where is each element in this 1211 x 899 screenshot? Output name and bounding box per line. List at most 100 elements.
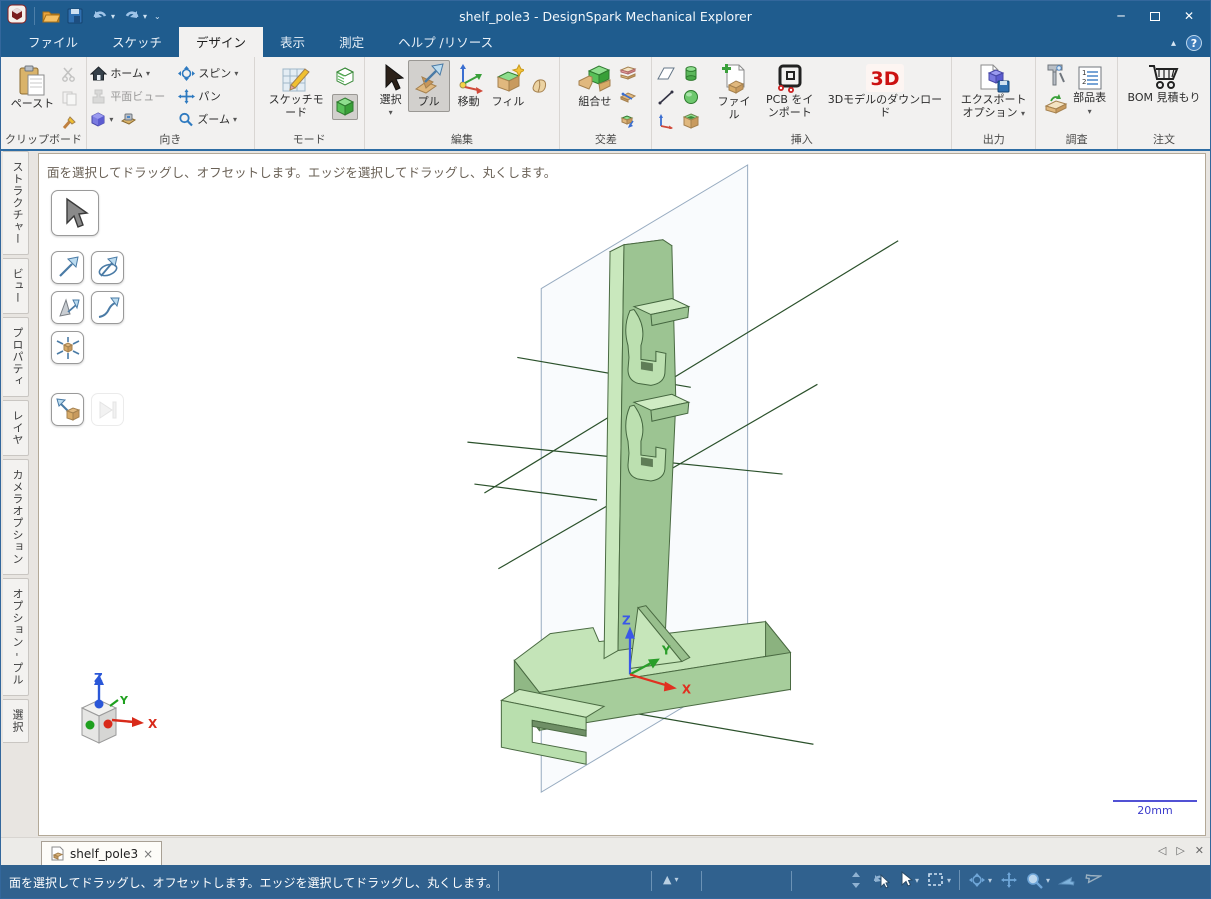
measure-button[interactable] bbox=[1043, 62, 1069, 88]
cut-button[interactable] bbox=[58, 63, 80, 85]
mini-direction-button[interactable] bbox=[51, 393, 84, 426]
tab-design[interactable]: デザイン bbox=[179, 27, 263, 57]
alert-dropdown-icon[interactable]: ▾ bbox=[674, 875, 678, 884]
view-cube-button[interactable]: ▾ bbox=[90, 108, 178, 130]
pull-tool-button[interactable]: プル bbox=[408, 60, 450, 112]
section-mode-button[interactable] bbox=[332, 64, 358, 90]
previous-view-icon[interactable] bbox=[1058, 872, 1076, 888]
pcb-import-button[interactable]: PCB をインポート bbox=[758, 60, 822, 123]
solid-mode-button[interactable] bbox=[332, 94, 358, 120]
copy-button[interactable] bbox=[58, 87, 80, 109]
construction-line[interactable] bbox=[629, 712, 813, 744]
help-icon[interactable]: ? bbox=[1186, 35, 1202, 51]
status-alert-control[interactable]: ▲ ▾ bbox=[663, 873, 678, 886]
paste-button[interactable]: ペースト bbox=[7, 62, 58, 114]
redo-dropdown-icon[interactable]: ▾ bbox=[143, 12, 147, 21]
pan-tool-status-icon[interactable] bbox=[1000, 872, 1018, 888]
mini-draft-button[interactable] bbox=[51, 291, 84, 324]
insert-file-button[interactable]: ファイル bbox=[710, 60, 758, 125]
maximize-button[interactable] bbox=[1138, 1, 1172, 31]
mini-scale-button[interactable] bbox=[51, 331, 84, 364]
insert-sphere-button[interactable] bbox=[680, 86, 702, 108]
mini-revolve-button[interactable] bbox=[91, 251, 124, 284]
3d-viewport[interactable]: Z Y X 面を選択してドラッグし、オフセットします。エッジを選択してドラッグし… bbox=[38, 153, 1206, 836]
insert-shell-button[interactable] bbox=[680, 110, 702, 132]
export-dropdown-icon[interactable]: ▾ bbox=[1021, 109, 1025, 118]
view-cube-dropdown-icon[interactable]: ▾ bbox=[109, 115, 113, 124]
prepare-analysis-button[interactable] bbox=[1043, 91, 1069, 117]
undo-select-tool-icon[interactable] bbox=[869, 871, 891, 889]
split-face-button[interactable] bbox=[617, 86, 639, 108]
blend-tool-button[interactable] bbox=[528, 74, 550, 96]
zoom-dropdown-icon[interactable]: ▾ bbox=[233, 115, 237, 124]
next-tab-icon[interactable]: ▷ bbox=[1176, 844, 1184, 857]
tab-measure[interactable]: 測定 bbox=[322, 27, 381, 57]
move-tool-button[interactable]: 移動 bbox=[450, 60, 488, 112]
close-button[interactable]: ✕ bbox=[1172, 1, 1206, 31]
pan-button[interactable]: パン bbox=[178, 85, 250, 107]
select-dropdown-icon[interactable]: ▾ bbox=[389, 108, 393, 117]
select-status-dropdown-icon[interactable]: ▾ bbox=[915, 876, 919, 885]
status-spinner-control[interactable] bbox=[851, 871, 861, 889]
bom-quote-button[interactable]: BOM 見積もり bbox=[1122, 60, 1206, 108]
insert-axes-button[interactable] bbox=[655, 110, 677, 132]
sidebar-tab-properties[interactable]: プロパティ bbox=[3, 317, 29, 397]
mini-up-to-button[interactable] bbox=[91, 393, 124, 426]
mini-pull-button[interactable] bbox=[51, 251, 84, 284]
mini-sweep-button[interactable] bbox=[91, 291, 124, 324]
qat-customize-icon[interactable]: ⌄ bbox=[154, 12, 161, 21]
tab-sketch[interactable]: スケッチ bbox=[95, 27, 179, 57]
tab-file[interactable]: ファイル bbox=[11, 27, 95, 57]
insert-cylinder-button[interactable] bbox=[680, 62, 702, 84]
tab-help[interactable]: ヘルプ /リソース bbox=[381, 27, 510, 57]
parts-table-button[interactable]: 12 部品表 ▾ bbox=[1069, 62, 1111, 121]
insert-plane-button[interactable] bbox=[655, 62, 677, 84]
sidebar-tab-selection[interactable]: 選択 bbox=[3, 699, 29, 743]
split-body-button[interactable] bbox=[617, 62, 639, 84]
project-button[interactable] bbox=[617, 110, 639, 132]
select-tool-status-icon[interactable]: ▾ bbox=[899, 871, 919, 889]
home-view-button[interactable]: ホーム▾ bbox=[90, 62, 178, 84]
zoom-button[interactable]: ズーム▾ bbox=[178, 108, 250, 130]
combine-button[interactable]: 組合せ bbox=[573, 60, 617, 112]
model-download-button[interactable]: 3D 3Dモデルのダウンロード bbox=[822, 60, 949, 123]
collapse-ribbon-icon[interactable]: ▴ bbox=[1171, 38, 1176, 49]
export-options-button[interactable]: エクスポート オプション ▾ bbox=[956, 60, 1032, 123]
prev-tab-icon[interactable]: ◁ bbox=[1158, 844, 1166, 857]
plan-view-button[interactable]: 平面ビュー bbox=[90, 85, 178, 107]
next-view-icon[interactable] bbox=[1084, 872, 1102, 888]
spin-dropdown-icon[interactable]: ▾ bbox=[234, 69, 238, 78]
fill-tool-button[interactable]: フィル bbox=[488, 60, 529, 112]
document-tab[interactable]: shelf_pole3 × bbox=[41, 841, 162, 865]
open-button[interactable] bbox=[42, 8, 60, 24]
selection-box-dropdown-icon[interactable]: ▾ bbox=[947, 876, 951, 885]
zoom-status-dropdown-icon[interactable]: ▾ bbox=[1046, 876, 1050, 885]
format-painter-button[interactable] bbox=[58, 111, 80, 133]
document-tab-close-icon[interactable]: × bbox=[143, 847, 153, 861]
spin-status-dropdown-icon[interactable]: ▾ bbox=[988, 876, 992, 885]
parts-table-dropdown-icon[interactable]: ▾ bbox=[1088, 107, 1092, 116]
spin-tool-status-icon[interactable]: ▾ bbox=[968, 872, 992, 888]
minimize-button[interactable]: ─ bbox=[1104, 1, 1138, 31]
sidebar-tab-options-pull[interactable]: オプション - プル bbox=[3, 578, 29, 696]
sketch-mode-button[interactable]: スケッチモード bbox=[260, 60, 332, 123]
orientation-triad[interactable]: Z Y X bbox=[72, 670, 182, 750]
sidebar-tab-layers[interactable]: レイヤ bbox=[3, 400, 29, 456]
mini-select-button[interactable] bbox=[51, 190, 99, 236]
close-tab-icon[interactable]: ✕ bbox=[1195, 844, 1204, 857]
spin-button[interactable]: スピン▾ bbox=[178, 62, 250, 84]
selection-box-tool-icon[interactable]: ▾ bbox=[927, 872, 951, 888]
home-dropdown-icon[interactable]: ▾ bbox=[146, 69, 150, 78]
undo-button[interactable]: ▾ bbox=[90, 8, 115, 24]
sidebar-tab-view[interactable]: ビュー bbox=[3, 258, 29, 314]
redo-button[interactable]: ▾ bbox=[122, 8, 147, 24]
tab-display[interactable]: 表示 bbox=[263, 27, 322, 57]
app-logo-icon[interactable] bbox=[7, 4, 27, 28]
zoom-tool-status-icon[interactable]: ▾ bbox=[1026, 872, 1050, 889]
select-tool-button[interactable]: 選択 ▾ bbox=[374, 60, 408, 120]
undo-dropdown-icon[interactable]: ▾ bbox=[111, 12, 115, 21]
sidebar-tab-camera-options[interactable]: カメラオプション bbox=[3, 459, 29, 575]
sidebar-tab-structure[interactable]: ストラクチャー bbox=[3, 151, 29, 255]
insert-line-button[interactable] bbox=[655, 86, 677, 108]
save-button[interactable] bbox=[67, 8, 83, 24]
